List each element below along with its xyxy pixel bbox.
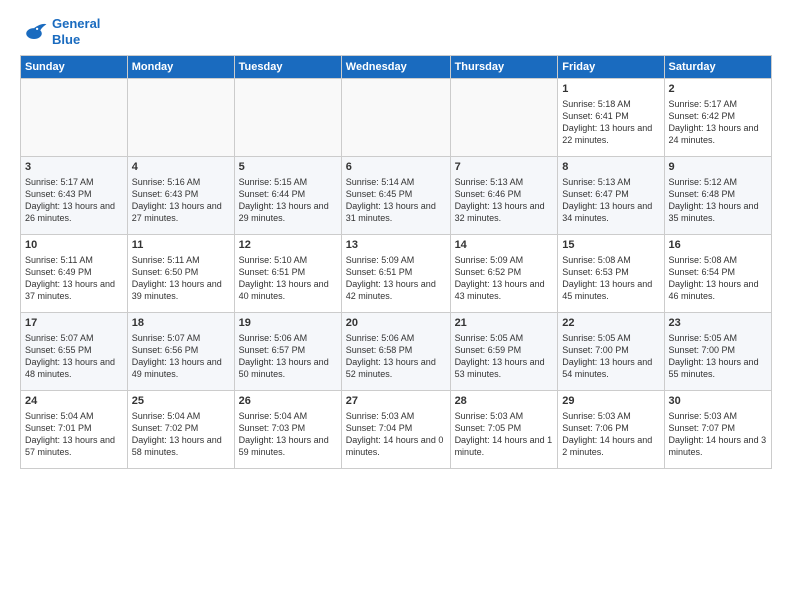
day-number: 6 <box>346 160 446 175</box>
calendar-cell: 24Sunrise: 5:04 AM Sunset: 7:01 PM Dayli… <box>21 391 128 469</box>
calendar-cell <box>21 79 128 157</box>
calendar-cell <box>234 79 341 157</box>
calendar-week-3: 10Sunrise: 5:11 AM Sunset: 6:49 PM Dayli… <box>21 235 772 313</box>
calendar-cell: 9Sunrise: 5:12 AM Sunset: 6:48 PM Daylig… <box>664 157 771 235</box>
day-number: 9 <box>669 160 767 175</box>
day-number: 20 <box>346 316 446 331</box>
calendar-cell: 21Sunrise: 5:05 AM Sunset: 6:59 PM Dayli… <box>450 313 558 391</box>
calendar-cell: 20Sunrise: 5:06 AM Sunset: 6:58 PM Dayli… <box>341 313 450 391</box>
page-header: General Blue <box>20 16 772 47</box>
day-number: 14 <box>455 238 554 253</box>
calendar-table: SundayMondayTuesdayWednesdayThursdayFrid… <box>20 55 772 469</box>
calendar-cell <box>127 79 234 157</box>
calendar-week-4: 17Sunrise: 5:07 AM Sunset: 6:55 PM Dayli… <box>21 313 772 391</box>
calendar-cell: 12Sunrise: 5:10 AM Sunset: 6:51 PM Dayli… <box>234 235 341 313</box>
day-header-tuesday: Tuesday <box>234 56 341 79</box>
day-number: 17 <box>25 316 123 331</box>
day-header-sunday: Sunday <box>21 56 128 79</box>
calendar-cell: 2Sunrise: 5:17 AM Sunset: 6:42 PM Daylig… <box>664 79 771 157</box>
calendar-header-row: SundayMondayTuesdayWednesdayThursdayFrid… <box>21 56 772 79</box>
calendar-week-2: 3Sunrise: 5:17 AM Sunset: 6:43 PM Daylig… <box>21 157 772 235</box>
calendar-cell: 11Sunrise: 5:11 AM Sunset: 6:50 PM Dayli… <box>127 235 234 313</box>
calendar-week-1: 1Sunrise: 5:18 AM Sunset: 6:41 PM Daylig… <box>21 79 772 157</box>
calendar-cell: 1Sunrise: 5:18 AM Sunset: 6:41 PM Daylig… <box>558 79 664 157</box>
calendar-cell: 8Sunrise: 5:13 AM Sunset: 6:47 PM Daylig… <box>558 157 664 235</box>
day-number: 15 <box>562 238 659 253</box>
day-header-wednesday: Wednesday <box>341 56 450 79</box>
day-number: 7 <box>455 160 554 175</box>
calendar-cell: 6Sunrise: 5:14 AM Sunset: 6:45 PM Daylig… <box>341 157 450 235</box>
day-number: 13 <box>346 238 446 253</box>
day-number: 18 <box>132 316 230 331</box>
day-number: 12 <box>239 238 337 253</box>
calendar-cell: 16Sunrise: 5:08 AM Sunset: 6:54 PM Dayli… <box>664 235 771 313</box>
day-number: 26 <box>239 394 337 409</box>
day-number: 10 <box>25 238 123 253</box>
day-number: 23 <box>669 316 767 331</box>
calendar-cell: 29Sunrise: 5:03 AM Sunset: 7:06 PM Dayli… <box>558 391 664 469</box>
day-number: 2 <box>669 82 767 97</box>
calendar-cell: 5Sunrise: 5:15 AM Sunset: 6:44 PM Daylig… <box>234 157 341 235</box>
day-number: 21 <box>455 316 554 331</box>
calendar-cell: 18Sunrise: 5:07 AM Sunset: 6:56 PM Dayli… <box>127 313 234 391</box>
day-number: 22 <box>562 316 659 331</box>
calendar-cell: 28Sunrise: 5:03 AM Sunset: 7:05 PM Dayli… <box>450 391 558 469</box>
calendar-cell <box>450 79 558 157</box>
day-number: 11 <box>132 238 230 253</box>
day-number: 30 <box>669 394 767 409</box>
day-number: 24 <box>25 394 123 409</box>
calendar-cell: 25Sunrise: 5:04 AM Sunset: 7:02 PM Dayli… <box>127 391 234 469</box>
calendar-cell: 15Sunrise: 5:08 AM Sunset: 6:53 PM Dayli… <box>558 235 664 313</box>
day-number: 25 <box>132 394 230 409</box>
calendar-cell: 7Sunrise: 5:13 AM Sunset: 6:46 PM Daylig… <box>450 157 558 235</box>
day-number: 27 <box>346 394 446 409</box>
day-number: 8 <box>562 160 659 175</box>
day-number: 3 <box>25 160 123 175</box>
day-number: 19 <box>239 316 337 331</box>
logo-icon <box>20 18 48 46</box>
day-number: 16 <box>669 238 767 253</box>
day-number: 4 <box>132 160 230 175</box>
day-header-saturday: Saturday <box>664 56 771 79</box>
calendar-cell: 30Sunrise: 5:03 AM Sunset: 7:07 PM Dayli… <box>664 391 771 469</box>
calendar-cell: 26Sunrise: 5:04 AM Sunset: 7:03 PM Dayli… <box>234 391 341 469</box>
calendar-cell: 14Sunrise: 5:09 AM Sunset: 6:52 PM Dayli… <box>450 235 558 313</box>
calendar-cell: 4Sunrise: 5:16 AM Sunset: 6:43 PM Daylig… <box>127 157 234 235</box>
day-number: 29 <box>562 394 659 409</box>
logo: General Blue <box>20 16 100 47</box>
calendar-cell: 13Sunrise: 5:09 AM Sunset: 6:51 PM Dayli… <box>341 235 450 313</box>
calendar-cell: 22Sunrise: 5:05 AM Sunset: 7:00 PM Dayli… <box>558 313 664 391</box>
day-number: 1 <box>562 82 659 97</box>
calendar-cell: 10Sunrise: 5:11 AM Sunset: 6:49 PM Dayli… <box>21 235 128 313</box>
calendar-cell <box>341 79 450 157</box>
day-header-monday: Monday <box>127 56 234 79</box>
day-header-friday: Friday <box>558 56 664 79</box>
logo-text: General Blue <box>52 16 100 47</box>
day-number: 5 <box>239 160 337 175</box>
calendar-cell: 3Sunrise: 5:17 AM Sunset: 6:43 PM Daylig… <box>21 157 128 235</box>
calendar-week-5: 24Sunrise: 5:04 AM Sunset: 7:01 PM Dayli… <box>21 391 772 469</box>
day-number: 28 <box>455 394 554 409</box>
calendar-cell: 19Sunrise: 5:06 AM Sunset: 6:57 PM Dayli… <box>234 313 341 391</box>
day-header-thursday: Thursday <box>450 56 558 79</box>
calendar-cell: 27Sunrise: 5:03 AM Sunset: 7:04 PM Dayli… <box>341 391 450 469</box>
calendar-cell: 17Sunrise: 5:07 AM Sunset: 6:55 PM Dayli… <box>21 313 128 391</box>
calendar-cell: 23Sunrise: 5:05 AM Sunset: 7:00 PM Dayli… <box>664 313 771 391</box>
